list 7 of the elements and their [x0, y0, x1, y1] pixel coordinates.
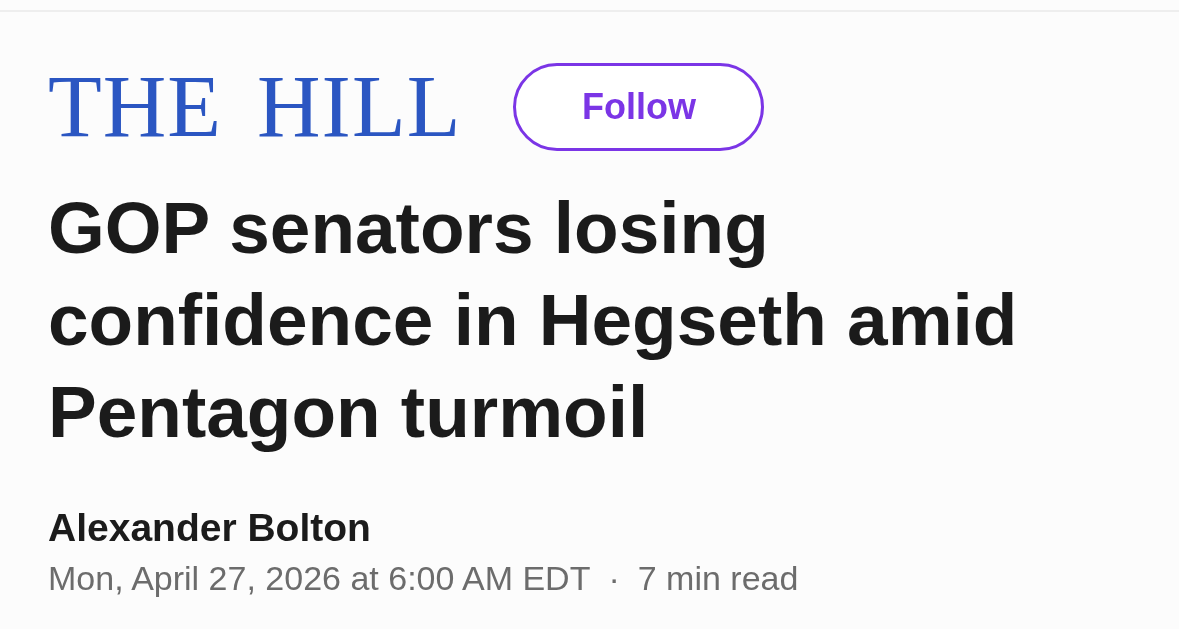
author-name: Alexander Bolton: [48, 506, 371, 550]
article-headline: GOP senators losing confidence in Hegseth amid Pentagon turmoil: [48, 186, 1019, 454]
publisher-logo: THE HILL: [48, 63, 462, 151]
separator-dot: ·: [608, 558, 620, 598]
read-time: 7 min read: [637, 558, 799, 598]
follow-button[interactable]: Follow: [513, 63, 765, 151]
publish-date: Mon, April 27, 2026 at 6:00 AM EDT: [48, 558, 591, 598]
